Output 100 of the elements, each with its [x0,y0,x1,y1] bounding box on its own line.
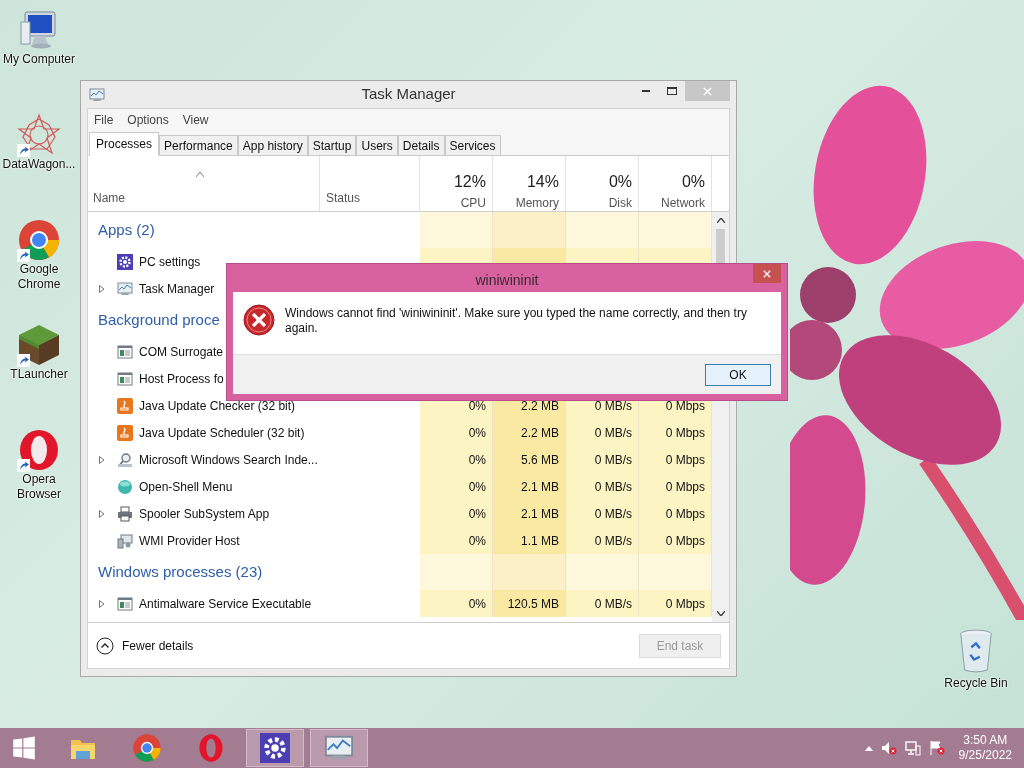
muted-speaker-icon[interactable] [880,740,897,756]
caret-up-icon[interactable] [864,745,873,751]
grass-block-icon[interactable] [17,323,61,367]
close-button[interactable] [753,264,781,283]
expand-chevron-icon[interactable] [99,509,105,518]
table-cell: 0% [420,419,493,446]
scroll-down-icon[interactable] [716,611,725,616]
process-name: Java Update Checker (32 bit) [139,397,296,415]
icon-label: My Computer [2,52,76,67]
tab[interactable]: Users [356,135,398,155]
clock-time[interactable]: 3:50 AM [963,733,1008,748]
column-total: 14% [526,172,559,192]
table-cell: 0 Mbps [639,473,712,500]
table-cell: 2.2 MB [493,419,566,446]
table-cell: 0 MB/s [566,473,639,500]
window-icon [117,343,133,360]
close-icon [703,86,712,96]
chrome-icon[interactable] [17,218,61,262]
table-cell: 0% [420,590,493,617]
search-icon [117,451,133,468]
error-message: Windows cannot find 'winiwininit'. Make sure you typed the name correctly, and then try again. [285,305,748,336]
window-title: Task Manager [360,84,457,105]
tab[interactable]: Performance [159,135,238,155]
gear-icon [117,253,133,270]
menu-item[interactable]: File [94,111,114,129]
table-cell: 0 Mbps [639,500,712,527]
ok-button[interactable]: OK [705,363,771,386]
icon-label: DataWagon... [1,157,77,172]
dialog-title: winiwininit [475,271,539,290]
expand-chevron-icon[interactable] [99,599,105,608]
process-name: Antimalware Service Executable [139,595,312,613]
tab[interactable]: App history [237,135,308,155]
computer-icon [117,532,133,549]
network-icon[interactable] [904,740,921,756]
chart-monitor-icon [89,86,105,103]
icon-label: Recycle Bin [944,675,1008,692]
column-header[interactable]: Status [326,189,361,207]
opera-icon [196,733,226,763]
opera-icon[interactable] [17,428,61,472]
table-cell: 0% [420,527,493,554]
process-name: Open-Shell Menu [139,478,233,496]
recycle-bin-icon[interactable] [957,628,995,674]
sphere-icon [117,478,133,495]
cup-icon [117,397,133,414]
icon-label: TLauncher [9,367,69,382]
table-cell: 1.1 MB [493,527,566,554]
menu-item[interactable]: View [182,111,209,129]
clock-date[interactable]: 9/25/2022 [958,748,1012,763]
process-name: Spooler SubSystem App [139,505,270,523]
taskbar-button[interactable] [246,729,304,767]
chart-monitor-icon [117,280,133,297]
close-icon [763,269,771,278]
column-header[interactable]: Disk [608,194,632,212]
table-cell: 0 MB/s [566,446,639,473]
process-name: Java Update Scheduler (32 bit) [139,424,305,442]
gear-icon [260,733,290,763]
column-header[interactable]: CPU [460,194,486,212]
windows-logo-icon [12,736,36,760]
process-name: COM Surrogate [139,343,224,361]
scroll-up-icon[interactable] [716,218,725,223]
column-total: 12% [453,172,486,192]
table-cell: 0 MB/s [566,419,639,446]
group-header: Background proce [98,309,220,330]
table-cell: 0 Mbps [639,446,712,473]
fewer-details-button[interactable]: Fewer details [96,636,194,655]
tab[interactable]: Services [444,135,501,155]
printer-icon [117,505,133,522]
table-cell: 0 Mbps [639,419,712,446]
chrome-icon [132,733,162,763]
expand-chevron-icon[interactable] [99,455,105,464]
flag-icon[interactable] [928,740,945,756]
group-header: Apps (2) [98,219,155,240]
process-name: Host Process fo [139,370,224,388]
star-icon[interactable] [17,113,61,157]
column-total: 0% [608,172,632,192]
tab[interactable]: Startup [307,135,357,155]
menu-item[interactable]: Options [127,111,169,129]
process-name: Microsoft Windows Search Inde... [139,451,318,469]
table-cell: 0 MB/s [566,527,639,554]
column-header[interactable]: Memory [515,194,559,212]
collapse-icon [96,636,114,655]
table-cell: 0 MB/s [566,500,639,527]
column-total: 0% [681,172,705,192]
table-cell: 0% [420,500,493,527]
table-cell: 2.1 MB [493,500,566,527]
expand-chevron-icon[interactable] [99,284,105,293]
window-icon [117,370,133,387]
table-cell: 120.5 MB [493,590,566,617]
table-cell: 0% [420,446,493,473]
table-cell: 0 MB/s [566,590,639,617]
column-header[interactable]: Network [661,194,705,212]
table-cell: 2.1 MB [493,473,566,500]
column-header[interactable]: Name [93,189,125,207]
cup-icon [117,424,133,441]
table-cell: 0% [420,473,493,500]
tab[interactable]: Processes [89,132,160,156]
window-icon [117,595,133,612]
icon-label: Google Chrome [16,262,62,292]
process-name: Task Manager [139,280,215,298]
tab[interactable]: Details [397,135,445,155]
